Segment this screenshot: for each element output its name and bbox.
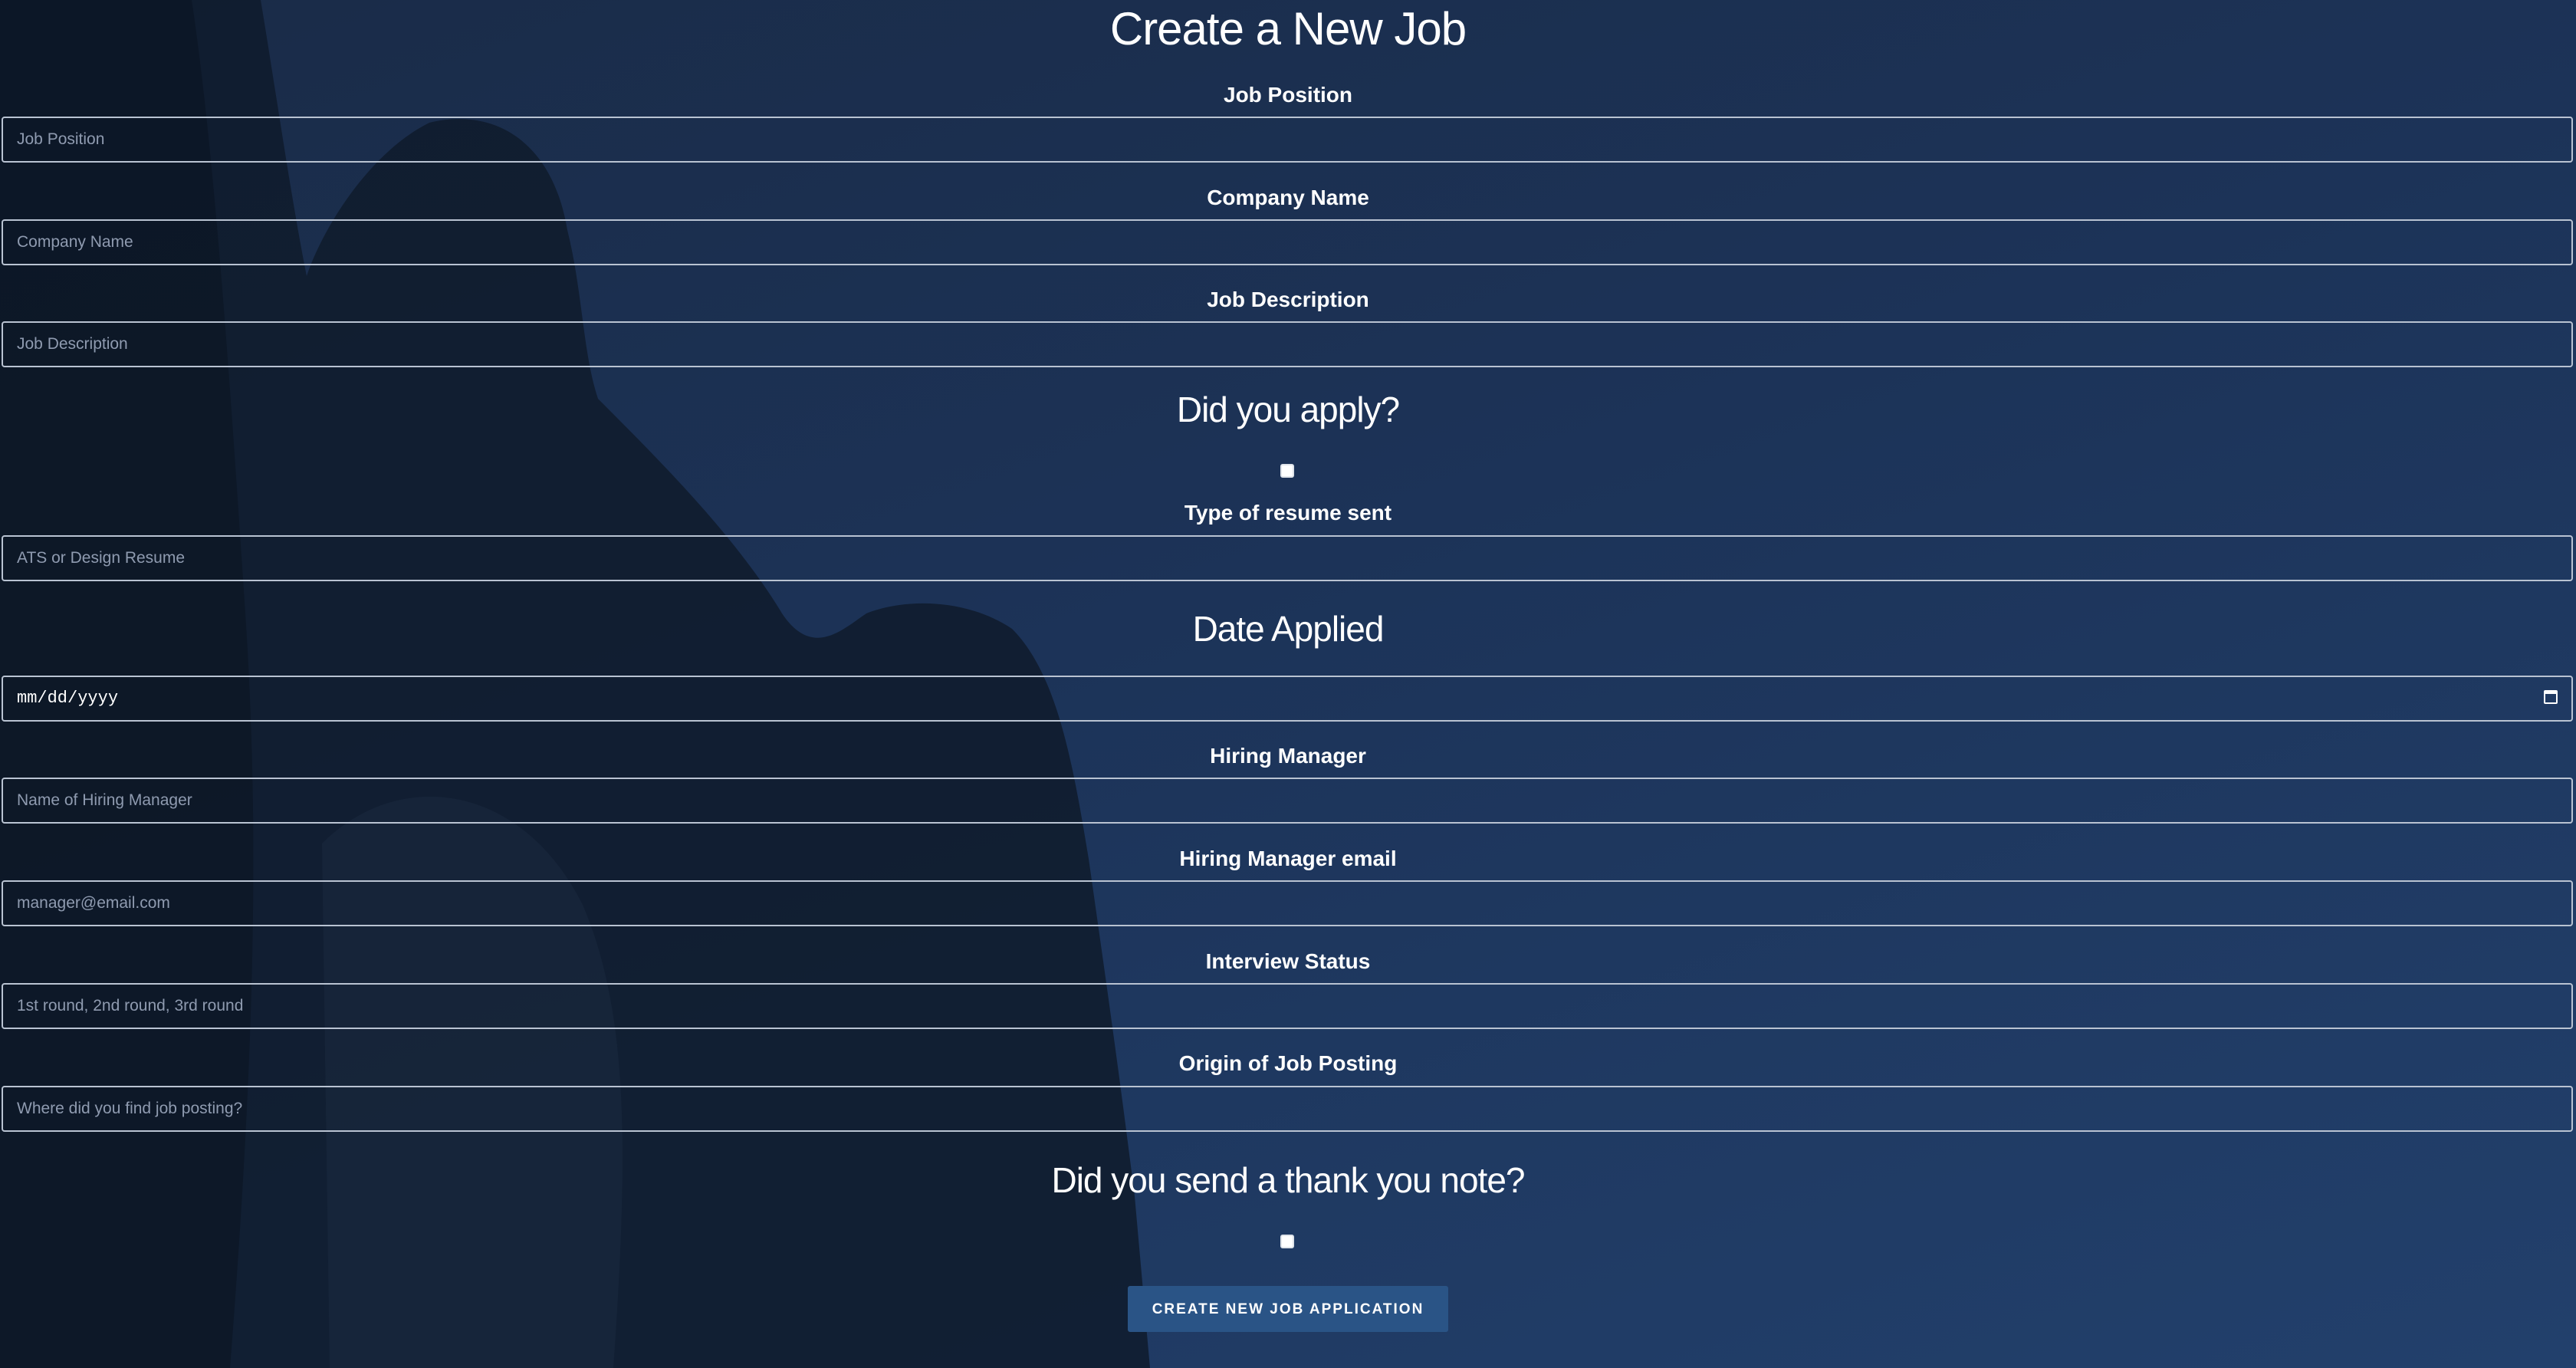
job-position-label: Job Position [1224,83,1352,107]
thank-you-note-heading: Did you send a thank you note? [1051,1160,1525,1200]
hiring-manager-email-label: Hiring Manager email [1179,847,1397,870]
job-origin-label: Origin of Job Posting [1178,1051,1398,1075]
company-name-label: Company Name [1207,186,1369,209]
company-name-input[interactable] [2,219,2573,265]
calendar-icon[interactable] [2544,690,2558,704]
resume-type-label: Type of resume sent [1184,501,1392,525]
applied-checkbox[interactable] [1280,464,1294,478]
job-origin-input[interactable] [2,1086,2573,1132]
page-title: Create a New Job [1109,3,1467,54]
applied-heading: Did you apply? [1176,390,1400,429]
create-job-application-button[interactable]: CREATE NEW JOB APPLICATION [1128,1286,1448,1332]
create-job-page: Create a New Job Job Position Company Na… [0,0,2576,1368]
interview-status-input[interactable] [2,983,2573,1029]
hiring-manager-label: Hiring Manager [1210,744,1366,768]
resume-type-input[interactable] [2,535,2573,581]
hiring-manager-input[interactable] [2,778,2573,824]
job-description-input[interactable] [2,321,2573,367]
date-applied-heading: Date Applied [1192,609,1385,649]
thank-you-note-checkbox[interactable] [1280,1235,1294,1248]
date-applied-input[interactable]: mm/dd/yyyy [2,676,2573,722]
hiring-manager-email-input[interactable] [2,880,2573,926]
job-position-input[interactable] [2,117,2573,163]
interview-status-label: Interview Status [1205,949,1371,973]
job-description-label: Job Description [1207,288,1369,311]
date-applied-value: mm/dd/yyyy [17,689,119,708]
